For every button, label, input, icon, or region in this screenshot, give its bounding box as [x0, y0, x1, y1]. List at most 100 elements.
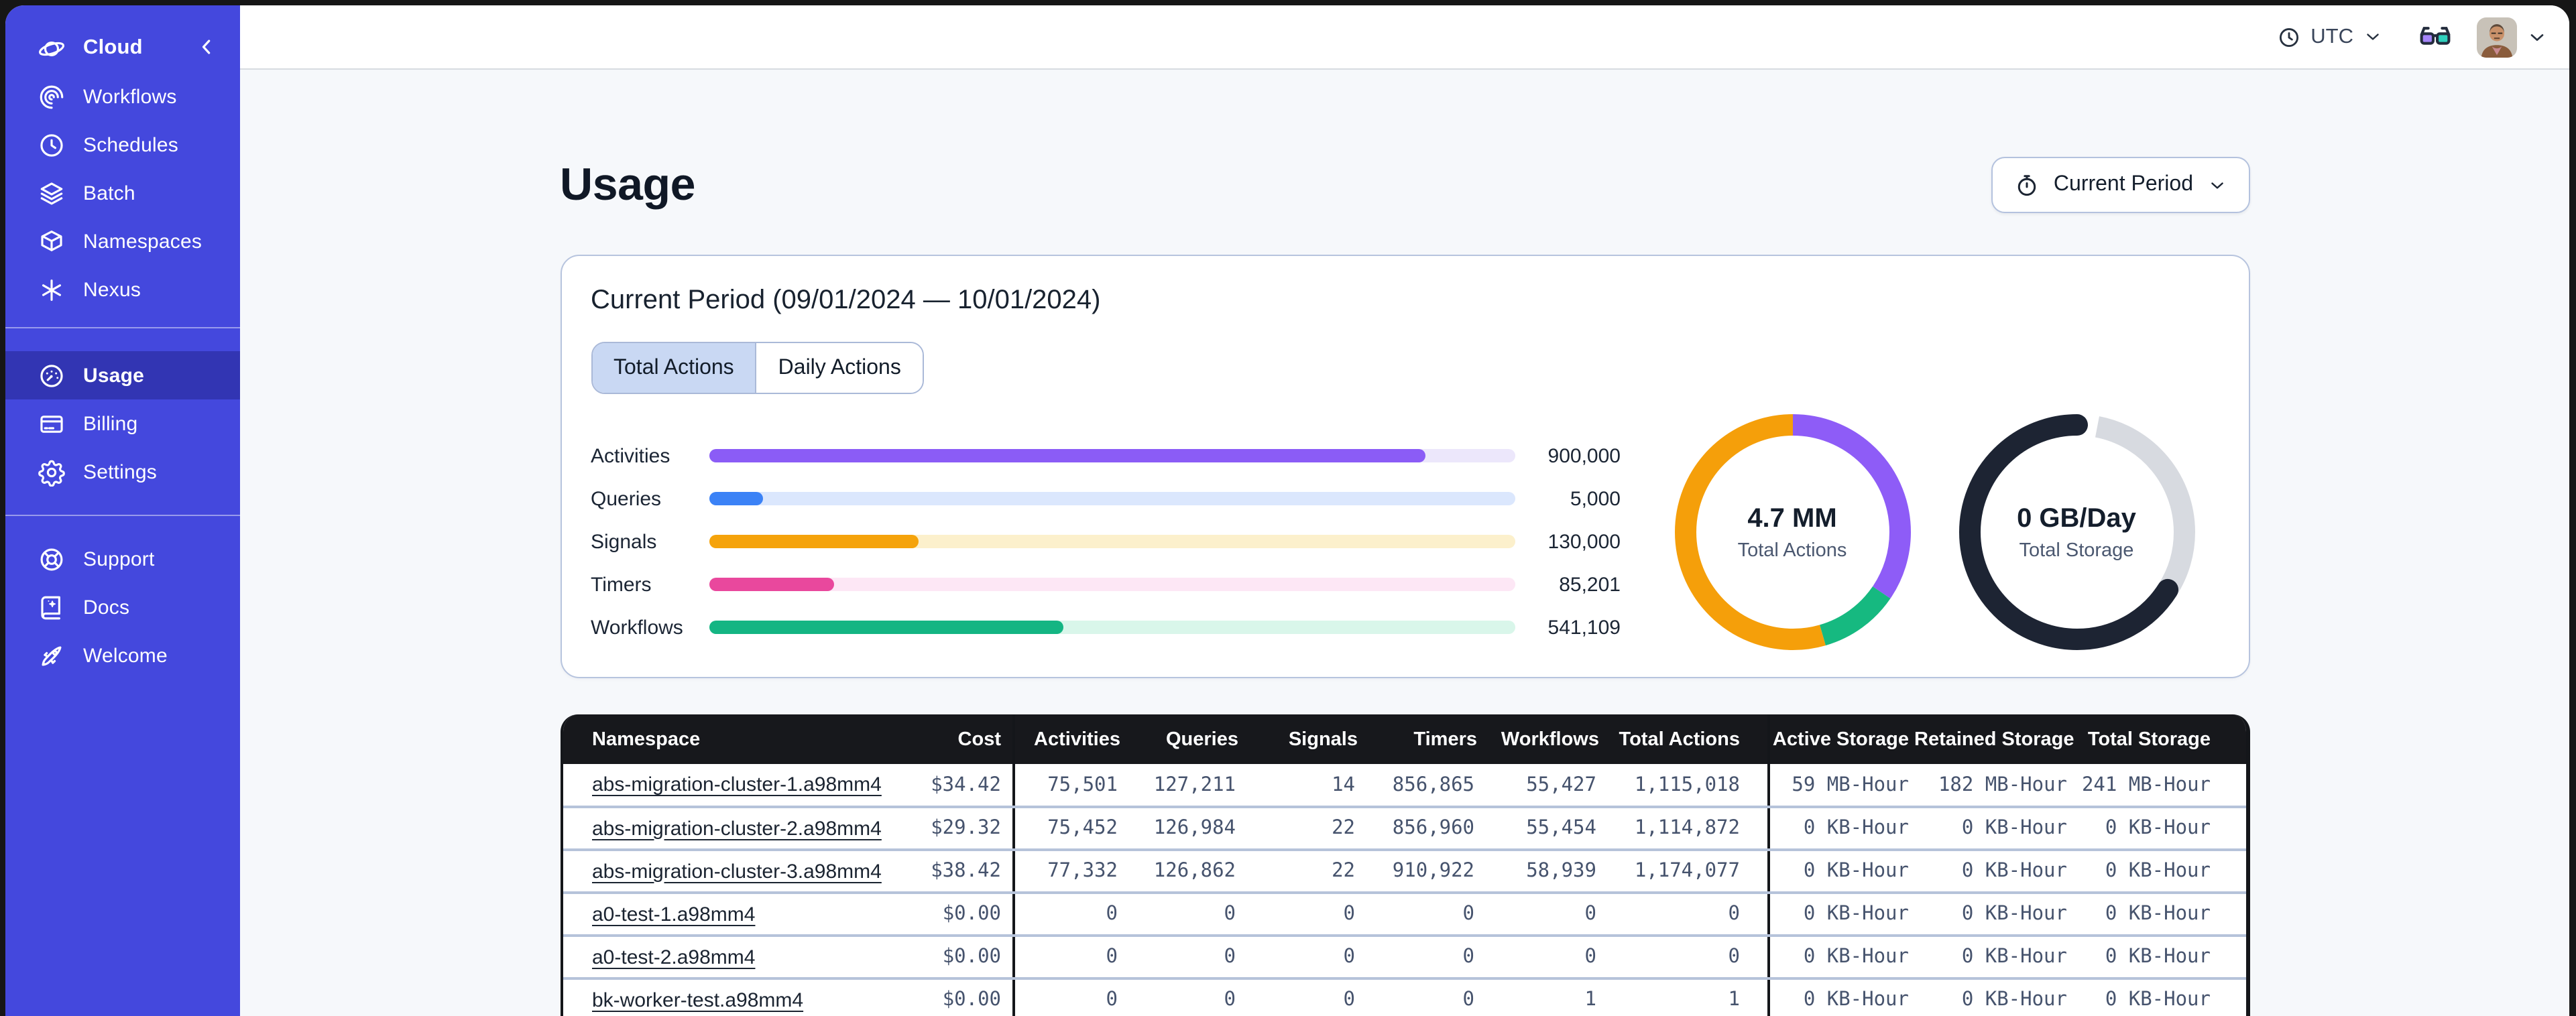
- table-row: a0-test-2.a98mm4 $0.00 0 0 0 0 0 0 0 KB-Hour 0 KB…: [563, 936, 2245, 980]
- value-cell: 856,960: [1363, 807, 1482, 851]
- value-cell: 0 KB-Hour: [1914, 850, 2072, 894]
- column-header-timers: Timers: [1363, 714, 1482, 764]
- value-cell: 14: [1244, 764, 1363, 808]
- sidebar-item-settings[interactable]: Settings: [5, 448, 240, 496]
- sidebar-item-label: Batch: [83, 182, 135, 204]
- value-cell: 0 KB-Hour: [2072, 936, 2245, 980]
- sidebar-item-label: Support: [83, 548, 155, 570]
- bar-track: [709, 535, 1515, 548]
- bar-row-workflows: Workflows 541,109: [591, 606, 1637, 649]
- namespace-link[interactable]: a0-test-2.a98mm4: [592, 946, 755, 968]
- usage-icon: [38, 361, 66, 389]
- sidebar-item-namespaces[interactable]: Namespaces: [5, 217, 240, 265]
- user-avatar[interactable]: [2477, 17, 2517, 57]
- bar-row-queries: Queries 5,000: [591, 477, 1637, 520]
- total-actions-donut: 4.7 MM Total Actions: [1674, 414, 1910, 650]
- sidebar-item-label: Usage: [83, 364, 145, 387]
- tab-daily-actions[interactable]: Daily Actions: [756, 343, 923, 393]
- tab-total-actions[interactable]: Total Actions: [592, 343, 757, 393]
- timezone-selector[interactable]: UTC: [2277, 25, 2383, 49]
- value-cell: 55,427: [1482, 764, 1604, 808]
- sidebar-item-billing[interactable]: Billing: [5, 399, 240, 448]
- sidebar-item-support[interactable]: Support: [5, 535, 240, 583]
- sidebar-section-3: Support Docs Welcome: [5, 515, 240, 680]
- value-cell: 856,865: [1363, 764, 1482, 808]
- table-row: bk-worker-test.a98mm4 $0.00 0 0 0 0 1 1 0 KB-Hou…: [563, 978, 2245, 1016]
- value-cell: 0: [1363, 936, 1482, 980]
- topbar: UTC: [240, 5, 2569, 70]
- column-header-cost: Cost: [884, 714, 1014, 764]
- account-menu-button[interactable]: [2526, 26, 2548, 48]
- namespace-link[interactable]: abs-migration-cluster-2.a98mm4: [592, 817, 882, 840]
- page-content: Usage Current Period Current Period (09/…: [240, 70, 2569, 1016]
- column-header-total-actions: Total Actions: [1604, 714, 1769, 764]
- table-header-row: Namespace Cost Activities Queries Signals Tim…: [563, 714, 2245, 764]
- table-row: abs-migration-cluster-2.a98mm4 $29.32 75,4…: [563, 807, 2245, 851]
- value-cell: 77,332: [1013, 850, 1126, 894]
- bar-value: 541,109: [1547, 616, 1621, 639]
- value-cell: 0: [1604, 893, 1769, 937]
- value-cell: 182 MB-Hour: [1914, 764, 2072, 808]
- namespace-cell: bk-worker-test.a98mm4: [563, 978, 884, 1016]
- value-cell: 58,939: [1482, 850, 1604, 894]
- sidebar-item-nexus[interactable]: Nexus: [5, 265, 240, 314]
- bar-label: Queries: [591, 487, 662, 510]
- value-cell: 0 KB-Hour: [2072, 978, 2245, 1016]
- actions-bar-chart: Activities 900,000 Queries 5,000 Signals 130,…: [591, 434, 1637, 649]
- total-storage-donut: 0 GB/Day Total Storage: [1958, 414, 2194, 650]
- usage-card-title: Current Period (09/01/2024 — 10/01/2024): [591, 285, 1101, 315]
- value-cell: 1,174,077: [1604, 850, 1769, 894]
- bar-row-timers: Timers 85,201: [591, 563, 1637, 606]
- welcome-icon: [38, 641, 66, 670]
- sidebar-item-batch[interactable]: Batch: [5, 169, 240, 217]
- column-header-total-storage: Total Storage: [2072, 714, 2245, 764]
- sidebar-item-usage[interactable]: Usage: [5, 351, 240, 399]
- value-cell: 126,984: [1126, 807, 1244, 851]
- value-cell: 0: [1363, 893, 1482, 937]
- namespaces-icon: [38, 227, 66, 255]
- namespace-cell: abs-migration-cluster-2.a98mm4: [563, 807, 884, 851]
- bar-fill: [709, 535, 919, 548]
- billing-icon: [38, 409, 66, 438]
- bar-label: Workflows: [591, 616, 683, 639]
- value-cell: 0: [1244, 978, 1363, 1016]
- sidebar-item-welcome[interactable]: Welcome: [5, 631, 240, 680]
- nexus-icon: [38, 275, 66, 304]
- sidebar-item-schedules[interactable]: Schedules: [5, 121, 240, 169]
- sidebar-item-label: Welcome: [83, 644, 168, 667]
- value-cell: 0 KB-Hour: [1768, 807, 1914, 851]
- bar-value: 5,000: [1570, 487, 1621, 510]
- sidebar-collapse-button[interactable]: [194, 35, 221, 62]
- namespace-cell: a0-test-1.a98mm4: [563, 893, 884, 937]
- screen: Cloud Workflows Schedules Batch Namespaces Ne…: [0, 0, 2576, 1016]
- sidebar-item-label: Settings: [83, 460, 157, 483]
- namespace-link[interactable]: abs-migration-cluster-3.a98mm4: [592, 860, 882, 883]
- namespace-cell: a0-test-2.a98mm4: [563, 936, 884, 980]
- usage-summary-card: Current Period (09/01/2024 — 10/01/2024)…: [560, 255, 2249, 678]
- value-cell: $0.00: [884, 978, 1014, 1016]
- value-cell: $0.00: [884, 893, 1014, 937]
- main-area: UTC Usage Current Period Current Period …: [240, 5, 2569, 1016]
- sidebar-item-cloud[interactable]: Cloud: [5, 24, 240, 72]
- bar-label: Timers: [591, 573, 652, 596]
- actions-tab-group: Total Actions Daily Actions: [591, 342, 924, 394]
- namespace-link[interactable]: a0-test-1.a98mm4: [592, 903, 755, 926]
- value-cell: 0: [1013, 978, 1126, 1016]
- sidebar-item-docs[interactable]: Docs: [5, 583, 240, 631]
- period-selector-button[interactable]: Current Period: [1991, 157, 2249, 213]
- value-cell: 0 KB-Hour: [1914, 893, 2072, 937]
- sidebar-item-workflows[interactable]: Workflows: [5, 72, 240, 121]
- value-cell: 75,452: [1013, 807, 1126, 851]
- value-cell: 126,862: [1126, 850, 1244, 894]
- theme-glasses-button[interactable]: [2418, 19, 2453, 54]
- bar-value: 85,201: [1559, 573, 1621, 596]
- batch-icon: [38, 179, 66, 207]
- value-cell: 0 KB-Hour: [1914, 807, 2072, 851]
- value-cell: 1,115,018: [1604, 764, 1769, 808]
- value-cell: 0 KB-Hour: [2072, 893, 2245, 937]
- namespace-link[interactable]: abs-migration-cluster-1.a98mm4: [592, 773, 882, 796]
- glasses-icon: [2420, 26, 2451, 44]
- value-cell: 0 KB-Hour: [1768, 850, 1914, 894]
- sidebar-item-label: Docs: [83, 596, 130, 619]
- namespace-link[interactable]: bk-worker-test.a98mm4: [592, 989, 803, 1011]
